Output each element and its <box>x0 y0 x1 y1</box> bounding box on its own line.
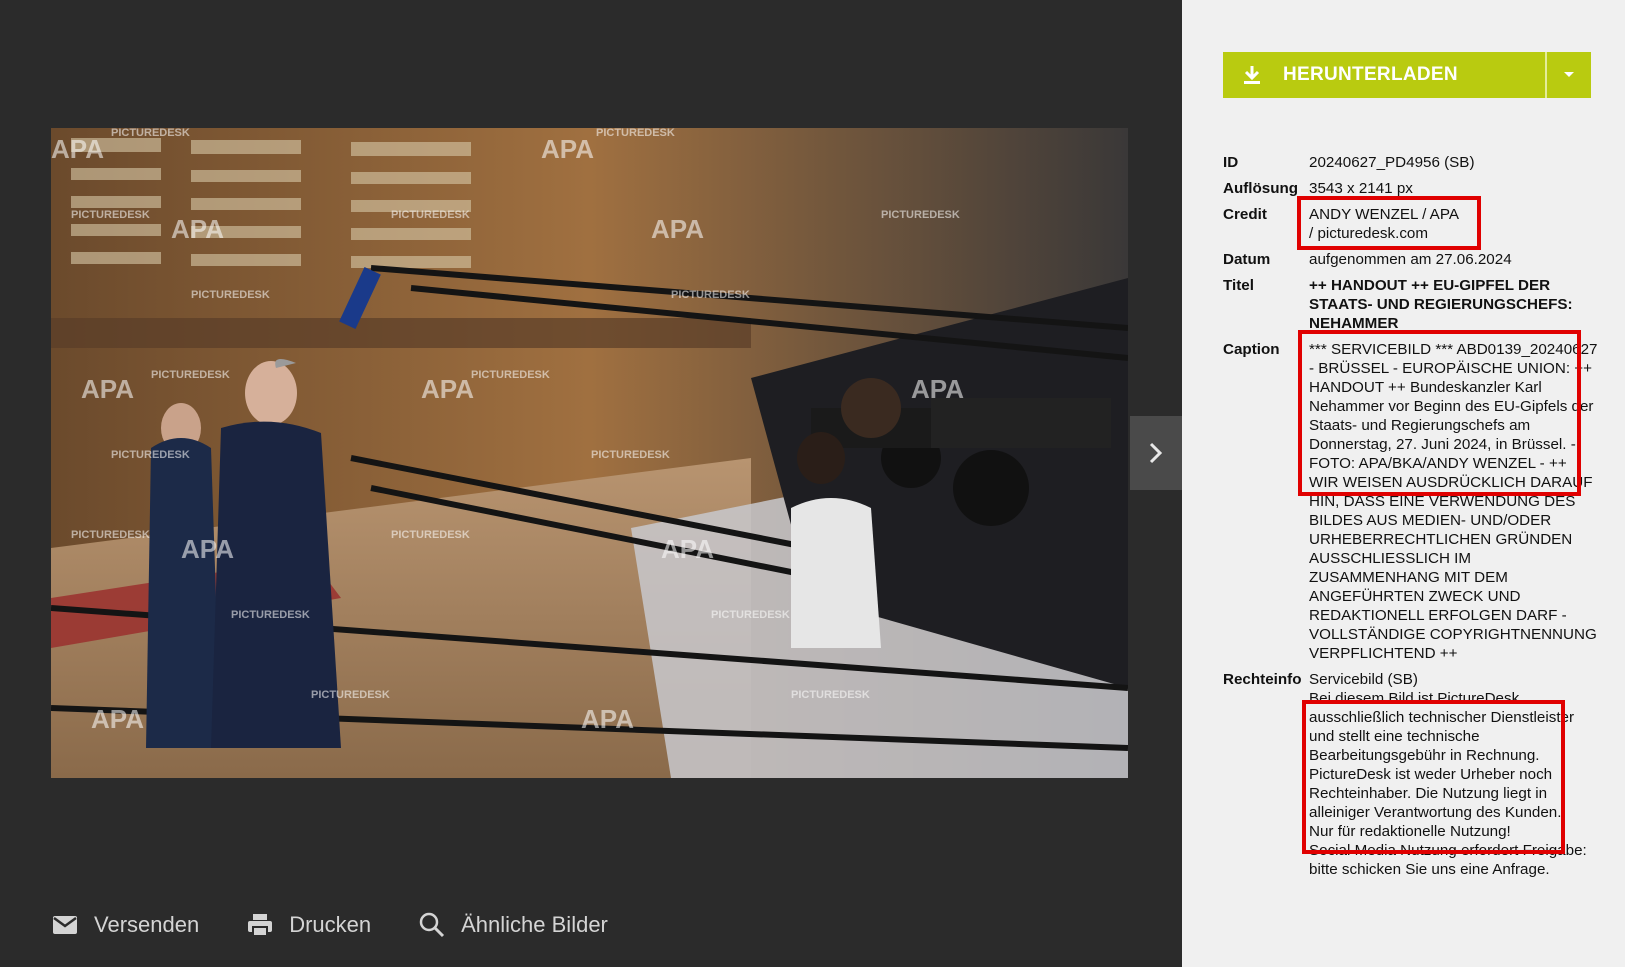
watermark-text: PICTUREDESK <box>791 689 870 701</box>
watermark-text: PICTUREDESK <box>391 529 470 541</box>
watermark-text: PICTUREDESK <box>111 128 190 139</box>
watermark-logo: APA <box>51 134 104 164</box>
meta-row-date: Datum aufgenommen am 27.06.2024 <box>1223 250 1598 269</box>
download-button-group: HERUNTERLADEN <box>1223 52 1591 98</box>
info-panel: HERUNTERLADEN ID 20240627_PD4956 (SB) Au… <box>1182 0 1625 967</box>
meta-value-title: ++ HANDOUT ++ EU-GIPFEL DER STAATS- UND … <box>1309 277 1573 332</box>
download-button[interactable]: HERUNTERLADEN <box>1223 52 1545 98</box>
download-icon <box>1244 66 1260 84</box>
meta-row-resolution: Auflösung 3543 x 2141 px <box>1223 179 1598 198</box>
rights-editorial: Nur für redaktionelle Nutzung! <box>1309 823 1511 840</box>
watermark-text: PICTUREDESK <box>596 128 675 139</box>
photo-illustration: PICTUREDESK PICTUREDESK PICTUREDESK PICT… <box>51 128 1128 778</box>
press-photo[interactable]: PICTUREDESK PICTUREDESK PICTUREDESK PICT… <box>51 128 1128 778</box>
meta-key: Datum <box>1223 251 1271 268</box>
meta-key: Auflösung <box>1223 180 1299 197</box>
watermark-text: PICTUREDESK <box>711 609 790 621</box>
watermark-logo: APA <box>661 534 714 564</box>
caret-down-icon <box>1564 72 1574 77</box>
watermark-logo: APA <box>581 704 634 734</box>
watermark-text: PICTUREDESK <box>71 209 150 221</box>
similar-images-label: Ähnliche Bilder <box>461 912 608 937</box>
download-label: HERUNTERLADEN <box>1283 64 1458 85</box>
meta-key: Credit <box>1223 206 1267 223</box>
meta-value-credit: ANDY WENZEL / APA / picturedesk.com <box>1309 206 1459 242</box>
watermark-text: PICTUREDESK <box>471 369 550 381</box>
meta-key: Caption <box>1223 341 1280 358</box>
meta-value-rights: Servicebild (SB) Bei diesem Bild ist Pic… <box>1309 670 1598 879</box>
watermark-text: PICTUREDESK <box>391 209 470 221</box>
search-icon <box>419 912 445 938</box>
watermark-logo: APA <box>651 214 704 244</box>
watermark-logo: APA <box>81 374 134 404</box>
image-viewer: PICTUREDESK PICTUREDESK PICTUREDESK PICT… <box>0 0 1182 967</box>
mail-icon <box>53 916 77 934</box>
send-label: Versenden <box>94 912 200 937</box>
meta-key: Rechteinfo <box>1223 671 1302 688</box>
meta-value-caption: *** SERVICEBILD *** ABD0139_20240627 - B… <box>1309 341 1598 662</box>
meta-row-rights: Rechteinfo Servicebild (SB) Bei diesem B… <box>1223 670 1598 879</box>
watermark-text: PICTUREDESK <box>591 449 670 461</box>
next-image-button[interactable] <box>1130 416 1182 490</box>
image-actions: Versenden Drucken Ähnliche Bilder <box>52 912 656 938</box>
watermark-logo: APA <box>421 374 474 404</box>
meta-value-date: aufgenommen am 27.06.2024 <box>1309 251 1512 268</box>
chevron-right-icon <box>1149 442 1163 464</box>
meta-key: ID <box>1223 154 1239 171</box>
watermark-logo: APA <box>911 374 964 404</box>
rights-type: Servicebild (SB) <box>1309 671 1418 688</box>
print-label: Drucken <box>289 912 372 937</box>
meta-value-resolution: 3543 x 2141 px <box>1309 180 1413 197</box>
similar-images-button[interactable]: Ähnliche Bilder <box>419 912 608 938</box>
watermark-logo: APA <box>181 534 234 564</box>
watermark-text: PICTUREDESK <box>231 609 310 621</box>
meta-value-id: 20240627_PD4956 (SB) <box>1309 154 1475 171</box>
meta-row-title: Titel ++ HANDOUT ++ EU-GIPFEL DER STAATS… <box>1223 276 1598 333</box>
watermark-text: PICTUREDESK <box>111 449 190 461</box>
watermark-logo: APA <box>91 704 144 734</box>
watermark-text: PICTUREDESK <box>151 369 230 381</box>
rights-notice: Bei diesem Bild ist PictureDesk ausschli… <box>1309 690 1579 821</box>
watermark-text: PICTUREDESK <box>71 529 150 541</box>
watermark-text: PICTUREDESK <box>311 689 390 701</box>
meta-row-caption: Caption *** SERVICEBILD *** ABD0139_2024… <box>1223 340 1598 663</box>
image-metadata: ID 20240627_PD4956 (SB) Auflösung 3543 x… <box>1223 153 1598 886</box>
watermark-text: PICTUREDESK <box>881 209 960 221</box>
print-button[interactable]: Drucken <box>247 912 371 938</box>
send-button[interactable]: Versenden <box>52 912 199 938</box>
watermark-logo: APA <box>541 134 594 164</box>
meta-row-id: ID 20240627_PD4956 (SB) <box>1223 153 1598 172</box>
rights-social-media: Social Media Nutzung erfordert Freigabe:… <box>1309 842 1591 878</box>
meta-row-credit: Credit ANDY WENZEL / APA / picturedesk.c… <box>1223 205 1598 243</box>
print-icon <box>248 914 273 937</box>
watermark-text: PICTUREDESK <box>191 289 270 301</box>
download-options-button[interactable] <box>1547 52 1591 98</box>
watermark-logo: APA <box>171 214 224 244</box>
meta-key: Titel <box>1223 277 1254 294</box>
watermark-text: PICTUREDESK <box>671 289 750 301</box>
